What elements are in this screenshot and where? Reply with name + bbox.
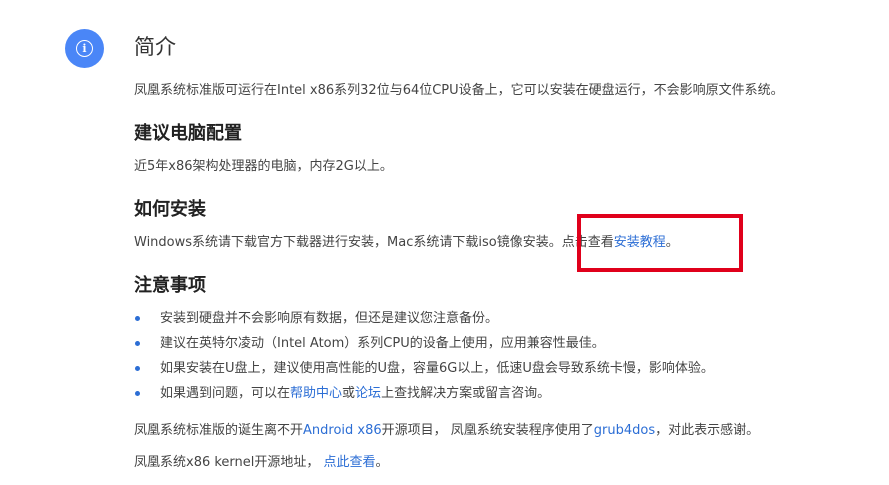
- list-item: 建议在英特尔凌动（Intel Atom）系列CPU的设备上使用，应用兼容性最佳。: [134, 335, 714, 360]
- info-icon: i: [65, 29, 104, 68]
- android-x86-link[interactable]: Android x86: [303, 423, 382, 438]
- note-text: 建议在英特尔凌动（Intel Atom）系列CPU的设备上使用，应用兼容性最佳。: [160, 336, 605, 351]
- highlight-box: [577, 214, 743, 272]
- list-item: 如果安装在U盘上，建议使用高性能的U盘，容量6G以上，低速U盘会导致系统卡慢，影…: [134, 360, 714, 385]
- credits-suffix: ，对此表示感谢。: [655, 423, 760, 438]
- bullet-dot: [135, 341, 140, 346]
- source-suffix: 。: [375, 455, 389, 470]
- source-prefix: 凤凰系统x86 kernel开源地址，: [134, 455, 324, 470]
- bullet-dot: [135, 366, 140, 371]
- note-text: 如果安装在U盘上，建议使用高性能的U盘，容量6G以上，低速U盘会导致系统卡慢，影…: [160, 361, 714, 376]
- install-text-body: Windows系统请下载官方下载器进行安装，Mac系统请下载iso镜像安装。点击…: [134, 235, 614, 250]
- credits-prefix: 凤凰系统标准版的诞生离不开: [134, 423, 304, 438]
- grub4dos-link[interactable]: grub4dos: [594, 423, 655, 438]
- note-text-suffix: 上查找解决方案或留言咨询。: [381, 386, 551, 401]
- note-text: 安装到硬盘并不会影响原有数据，但还是建议您注意备份。: [160, 311, 499, 326]
- help-center-link[interactable]: 帮助中心: [290, 386, 342, 401]
- source-view-link[interactable]: 点此查看: [324, 455, 376, 470]
- list-item: 如果遇到问题，可以在帮助中心或论坛上查找解决方案或留言咨询。: [134, 385, 714, 410]
- source-text: 凤凰系统x86 kernel开源地址， 点此查看。: [134, 454, 389, 472]
- notes-heading: 注意事项: [134, 275, 206, 296]
- credits-mid: 开源项目， 凤凰系统安装程序使用了: [381, 423, 594, 438]
- page-title: 简介: [134, 35, 176, 59]
- info-glyph: i: [76, 40, 93, 57]
- list-item: 安装到硬盘并不会影响原有数据，但还是建议您注意备份。: [134, 310, 714, 335]
- bullet-dot: [135, 391, 140, 396]
- notes-list: 安装到硬盘并不会影响原有数据，但还是建议您注意备份。 建议在英特尔凌动（Inte…: [134, 310, 714, 410]
- note-text-prefix: 如果遇到问题，可以在: [160, 386, 291, 401]
- config-text: 近5年x86架构处理器的电脑，内存2G以上。: [134, 159, 393, 174]
- forum-link[interactable]: 论坛: [355, 386, 381, 401]
- intro-text: 凤凰系统标准版可运行在Intel x86系列32位与64位CPU设备上，它可以安…: [134, 83, 784, 98]
- bullet-dot: [135, 316, 140, 321]
- note-text-mid: 或: [342, 386, 356, 401]
- credits-text: 凤凰系统标准版的诞生离不开Android x86开源项目， 凤凰系统安装程序使用…: [134, 422, 759, 440]
- config-heading: 建议电脑配置: [134, 123, 242, 144]
- install-heading: 如何安装: [134, 199, 206, 220]
